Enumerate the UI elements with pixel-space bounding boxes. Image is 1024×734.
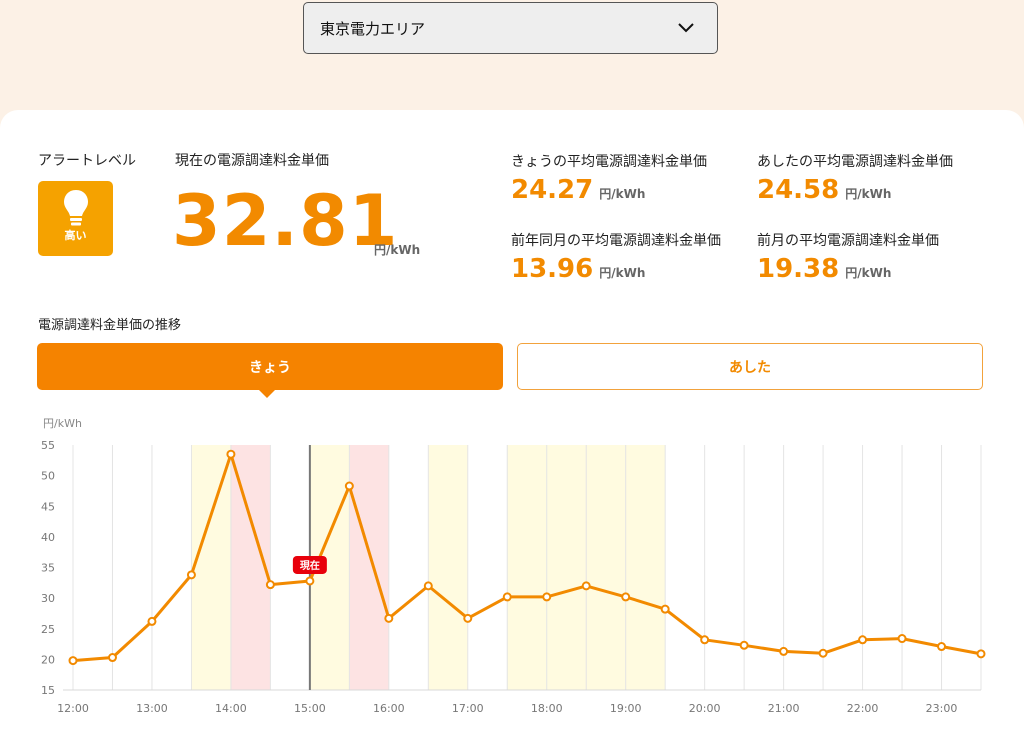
current-price-value: 32.81 xyxy=(172,180,399,262)
chart-band-yellow xyxy=(191,445,231,690)
chart-point xyxy=(897,634,907,644)
area-select-value: 東京電力エリア xyxy=(320,19,426,38)
chart-point xyxy=(265,580,275,590)
stat-label: 前月の平均電源調達料金単価 xyxy=(757,233,939,249)
chart-y-tick: 35 xyxy=(41,562,55,575)
chart-band-yellow xyxy=(428,445,468,690)
tab-tomorrow[interactable]: あした xyxy=(517,343,983,390)
chart-point xyxy=(344,481,354,491)
chart-x-tick: 16:00 xyxy=(373,702,405,715)
alert-level-text: 高い xyxy=(64,229,87,242)
chart-y-tick: 25 xyxy=(41,623,55,636)
chart-x-tick: 12:00 xyxy=(57,702,89,715)
chart-point xyxy=(305,576,315,586)
chart-point xyxy=(502,592,512,602)
stat-value: 24.58 xyxy=(757,175,840,205)
chart-x-tick: 20:00 xyxy=(689,702,721,715)
chart-point xyxy=(147,616,157,626)
alert-level-badge: 高い xyxy=(38,181,113,256)
chevron-down-icon xyxy=(677,19,695,37)
active-tab-pointer xyxy=(259,390,275,398)
stat-unit: 円/kWh xyxy=(845,266,892,280)
chart-x-tick: 14:00 xyxy=(215,702,247,715)
chart-x-tick: 17:00 xyxy=(452,702,484,715)
chart-point xyxy=(937,642,947,652)
chart-x-tick: 22:00 xyxy=(847,702,879,715)
chart-y-tick: 20 xyxy=(41,653,55,666)
stat-unit: 円/kWh xyxy=(599,266,646,280)
trend-title: 電源調達料金単価の推移 xyxy=(38,318,182,333)
chart-x-tick: 19:00 xyxy=(610,702,642,715)
stat-last-month-avg: 前月の平均電源調達料金単価 19.38 円/kWh xyxy=(757,230,939,284)
chart-point xyxy=(107,653,117,663)
chart-y-tick: 45 xyxy=(41,500,55,513)
current-price-unit: 円/kWh xyxy=(374,243,421,257)
price-trend-chart: 15 20 25 30 35 40 45 50 55 円/kWh 12:00 13:00 14:00 15… xyxy=(41,417,986,715)
chart-y-tick: 15 xyxy=(41,684,55,697)
chart-point xyxy=(700,635,710,645)
chart-x-tick: 15:00 xyxy=(294,702,326,715)
chart-point xyxy=(581,581,591,591)
chart-point xyxy=(68,656,78,666)
stat-unit: 円/kWh xyxy=(845,187,892,201)
stat-today-avg: きょうの平均電源調達料金単価 24.27 円/kWh xyxy=(511,151,707,205)
chart-x-tick: 21:00 xyxy=(768,702,800,715)
stat-value: 13.96 xyxy=(511,254,594,284)
chart-point xyxy=(186,570,196,580)
chart-point xyxy=(818,648,828,658)
area-select[interactable]: 東京電力エリア xyxy=(303,2,718,54)
chart-point xyxy=(384,613,394,623)
stat-label: あしたの平均電源調達料金単価 xyxy=(757,154,953,170)
stat-value: 24.27 xyxy=(511,175,594,205)
tab-today[interactable]: きょう xyxy=(37,343,503,390)
chart-point xyxy=(542,592,552,602)
chart-x-tick: 23:00 xyxy=(926,702,958,715)
chart-x-tick: 18:00 xyxy=(531,702,563,715)
chart-point xyxy=(463,613,473,623)
chart-y-tick: 40 xyxy=(41,531,55,544)
stat-last-year-avg: 前年同月の平均電源調達料金単価 13.96 円/kWh xyxy=(511,230,721,284)
chart-point xyxy=(858,635,868,645)
chart-y-tick: 50 xyxy=(41,470,55,483)
chart-now-label: 現在 xyxy=(300,559,320,572)
chart-point xyxy=(621,592,631,602)
stat-value: 19.38 xyxy=(757,254,840,284)
stat-tomorrow-avg: あしたの平均電源調達料金単価 24.58 円/kWh xyxy=(757,151,953,205)
chart-x-tick: 13:00 xyxy=(136,702,168,715)
chart-y-tick: 55 xyxy=(41,439,55,452)
lightbulb-icon xyxy=(63,190,88,226)
chart-y-label: 円/kWh xyxy=(43,417,82,430)
chart-point xyxy=(226,449,236,459)
chart-band-pink xyxy=(349,445,389,690)
stat-label: 前年同月の平均電源調達料金単価 xyxy=(511,233,721,249)
stat-label: きょうの平均電源調達料金単価 xyxy=(511,154,707,170)
stat-unit: 円/kWh xyxy=(599,187,646,201)
chart-point xyxy=(779,646,789,656)
chart-y-tick: 30 xyxy=(41,592,55,605)
chart-point xyxy=(423,581,433,591)
current-price-label: 現在の電源調達料金単価 xyxy=(175,153,329,169)
chart-point xyxy=(739,640,749,650)
chart-point xyxy=(976,649,986,659)
chart-point xyxy=(660,604,670,614)
alert-level-label: アラートレベル xyxy=(38,153,136,169)
